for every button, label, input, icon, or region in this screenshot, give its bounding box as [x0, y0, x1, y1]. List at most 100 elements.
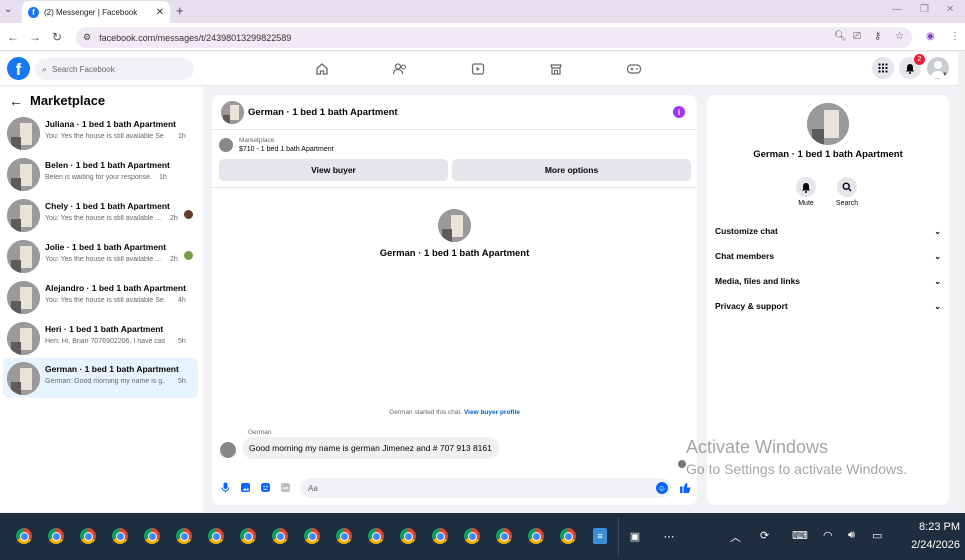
more-options-button[interactable]: More options [452, 159, 691, 181]
address-bar[interactable]: ⚙ facebook.com/messages/t/24398013299822… [76, 27, 912, 48]
listing-price[interactable]: $710 - 1 bed 1 bath Apartment [239, 146, 334, 153]
account-chevron-icon[interactable]: ▾ [943, 70, 947, 78]
browser-tab[interactable]: f (2) Messenger | Facebook ✕ [22, 1, 170, 23]
facebook-search[interactable]: ⌕ Search Facebook [35, 58, 194, 80]
chrome-taskbar-icon[interactable] [400, 528, 416, 544]
profile-avatar[interactable] [807, 103, 849, 145]
close-tab-icon[interactable]: ✕ [156, 7, 164, 18]
page-scrollbar[interactable] [958, 52, 965, 512]
search-icon[interactable] [837, 177, 857, 197]
chrome-taskbar-icon[interactable] [432, 528, 448, 544]
profile-icon[interactable]: ◉ [926, 31, 935, 42]
info-icon[interactable]: i [673, 106, 685, 118]
view-buyer-profile-link[interactable]: View buyer profile [464, 409, 520, 416]
volume-icon[interactable]: 🔊︎ [848, 529, 855, 542]
bookmark-star-icon[interactable]: ☆ [895, 31, 904, 42]
chrome-taskbar-icon[interactable] [368, 528, 384, 544]
more-apps-icon[interactable]: ⋯ [662, 528, 676, 544]
search-label[interactable]: Search [827, 200, 867, 207]
chrome-taskbar-icon[interactable] [464, 528, 480, 544]
gif-icon[interactable]: GIF [279, 481, 291, 493]
pinned-app-icon[interactable]: ▣ [628, 528, 642, 544]
gaming-icon[interactable] [625, 60, 643, 78]
tray-chevron-up-icon[interactable]: ︿ [730, 529, 741, 545]
chat-time: 5h [178, 378, 186, 385]
chat-members-section[interactable]: Chat members ⌄ [715, 248, 941, 264]
sticker-icon[interactable] [259, 481, 271, 493]
keyboard-icon[interactable]: ⌨ [792, 529, 808, 542]
chrome-taskbar-icon[interactable] [48, 528, 64, 544]
chrome-taskbar-icon[interactable] [208, 528, 224, 544]
privacy-support-section[interactable]: Privacy & support ⌄ [715, 298, 941, 314]
chrome-taskbar-icon[interactable] [176, 528, 192, 544]
profile-avatar[interactable] [438, 209, 471, 242]
seen-receipt-avatar [678, 460, 686, 468]
listing-thumbnail[interactable] [219, 138, 233, 152]
sync-icon[interactable]: ⟳ [760, 529, 769, 542]
microphone-icon[interactable] [219, 481, 231, 493]
chrome-taskbar-icon[interactable] [560, 528, 576, 544]
chat-started-text: German started this chat. [389, 409, 463, 416]
video-icon[interactable] [469, 60, 487, 78]
mute-label[interactable]: Mute [786, 200, 826, 207]
back-arrow-icon[interactable]: ← [9, 93, 23, 109]
minimize-icon[interactable]: — [892, 4, 902, 15]
chrome-taskbar-icon[interactable] [144, 528, 160, 544]
chrome-taskbar-icon[interactable] [304, 528, 320, 544]
facebook-logo[interactable]: f [7, 57, 30, 80]
home-icon[interactable] [313, 60, 331, 78]
chat-list-item[interactable]: Juliana · 1 bed 1 bath Apartment You: Ye… [3, 113, 198, 153]
chrome-taskbar-icon[interactable] [272, 528, 288, 544]
install-app-icon[interactable]: ⎚ [853, 31, 861, 42]
battery-icon[interactable]: ▭ [872, 529, 882, 542]
conversation-avatar[interactable] [221, 101, 244, 124]
chat-list-item[interactable]: Heri · 1 bed 1 bath Apartment Heri: Hi, … [3, 318, 198, 358]
menu-grid-icon[interactable] [872, 57, 894, 79]
marketplace-icon[interactable] [547, 60, 565, 78]
site-info-icon[interactable]: ⚙ [83, 32, 91, 43]
forward-icon[interactable]: → [29, 30, 41, 44]
chat-list-item[interactable]: Jolie · 1 bed 1 bath Apartment You: Yes … [3, 236, 198, 276]
notepad-taskbar-icon[interactable]: ≡ [593, 528, 607, 544]
tab-search-icon[interactable]: ⌄ [4, 4, 12, 15]
chat-preview: You: Yes the house is still available Se… [45, 297, 165, 304]
new-tab-button[interactable]: + [176, 3, 184, 18]
section-label: Customize chat [715, 226, 778, 236]
chrome-taskbar-icon[interactable] [112, 528, 128, 544]
mute-icon[interactable] [796, 177, 816, 197]
reload-icon[interactable]: ↻ [52, 30, 62, 44]
chat-list-item[interactable]: Chely · 1 bed 1 bath Apartment You: Yes … [3, 195, 198, 235]
chat-list-item-active[interactable]: German · 1 bed 1 bath Apartment German: … [3, 358, 198, 398]
password-key-icon[interactable]: ⚷ [874, 31, 881, 42]
chevron-down-icon: ⌄ [934, 301, 941, 311]
chrome-taskbar-icon[interactable] [528, 528, 544, 544]
message-input[interactable]: Aa [300, 478, 671, 498]
avatar [7, 240, 40, 273]
emoji-icon[interactable]: ☺ [656, 482, 668, 494]
maximize-icon[interactable]: ❐ [920, 4, 929, 15]
chrome-taskbar-icon[interactable] [496, 528, 512, 544]
photo-icon[interactable] [239, 481, 251, 493]
media-files-links-section[interactable]: Media, files and links ⌄ [715, 273, 941, 289]
zoom-icon[interactable]: 🔍︎ [834, 31, 847, 42]
taskbar-clock-time[interactable]: 8:23 PM [905, 521, 960, 533]
chat-list-item[interactable]: Alejandro · 1 bed 1 bath Apartment You: … [3, 277, 198, 317]
close-window-icon[interactable]: ✕ [946, 4, 954, 15]
chrome-taskbar-icon[interactable] [80, 528, 96, 544]
view-buyer-button[interactable]: View buyer [219, 159, 448, 181]
divider [212, 187, 697, 188]
thumbs-up-icon[interactable] [678, 480, 692, 494]
customize-chat-section[interactable]: Customize chat ⌄ [715, 223, 941, 239]
message-bubble[interactable]: Good morning my name is german Jimenez a… [242, 437, 499, 459]
chrome-taskbar-icon[interactable] [336, 528, 352, 544]
chrome-taskbar-icon[interactable] [16, 528, 32, 544]
chrome-taskbar-icon[interactable] [240, 528, 256, 544]
conversation-title[interactable]: German · 1 bed 1 bath Apartment [248, 107, 398, 118]
message-avatar[interactable] [220, 442, 236, 458]
menu-kebab-icon[interactable]: ⋮ [950, 31, 960, 42]
friends-icon[interactable] [391, 60, 409, 78]
chat-list-item[interactable]: Belen · 1 bed 1 bath Apartment Belen is … [3, 154, 198, 194]
taskbar-clock-date[interactable]: 2/24/2026 [897, 539, 960, 551]
back-icon[interactable]: ← [7, 30, 19, 44]
wifi-icon[interactable]: ◠ [823, 529, 833, 542]
